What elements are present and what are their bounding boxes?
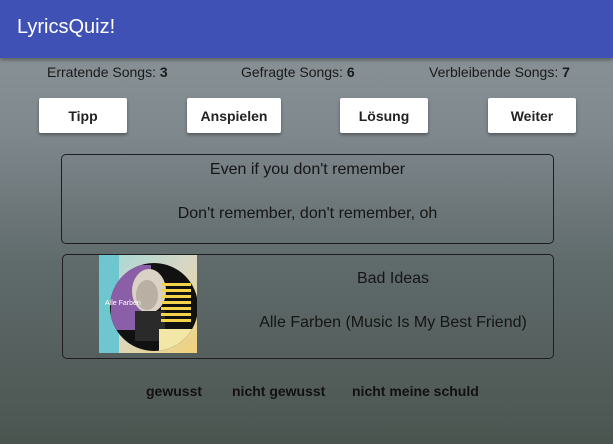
lyric-line-2: Don't remember, don't remember, oh bbox=[177, 205, 438, 222]
stat-asked-label: Gefragte Songs: bbox=[241, 64, 343, 80]
album-cover-art: Alle Farben bbox=[99, 255, 197, 353]
album-cover-text: Alle Farben bbox=[105, 300, 141, 307]
stat-guessed-label: Erratende Songs: bbox=[47, 64, 156, 80]
stat-asked-value: 6 bbox=[346, 64, 355, 80]
solution-button[interactable]: Lösung bbox=[340, 98, 428, 133]
rate-known-button[interactable]: gewusst bbox=[146, 383, 202, 399]
rate-not-my-fault-button[interactable]: nicht meine schuld bbox=[352, 383, 479, 399]
stat-guessed-songs: Erratende Songs: 3 bbox=[47, 64, 168, 80]
app-bar: LyricsQuiz! bbox=[0, 0, 613, 58]
album-cover: Alle Farben bbox=[99, 255, 197, 353]
stat-remaining-label: Verbleibende Songs: bbox=[429, 64, 559, 80]
stat-guessed-value: 3 bbox=[159, 64, 168, 80]
next-button[interactable]: Weiter bbox=[488, 98, 576, 133]
lyrics-card: Even if you don't remember Don't remembe… bbox=[61, 154, 554, 244]
song-title: Bad Ideas bbox=[356, 270, 430, 287]
stat-asked-songs: Gefragte Songs: 6 bbox=[241, 64, 355, 80]
hint-button[interactable]: Tipp bbox=[39, 98, 127, 133]
app-title: LyricsQuiz! bbox=[17, 16, 116, 38]
stat-remaining-value: 7 bbox=[562, 64, 570, 80]
lyric-line-1: Even if you don't remember bbox=[209, 161, 406, 178]
rate-unknown-button[interactable]: nicht gewusst bbox=[232, 383, 325, 399]
play-button[interactable]: Anspielen bbox=[187, 98, 281, 133]
song-artist: Alle Farben (Music Is My Best Friend) bbox=[259, 314, 527, 331]
stat-remaining-songs: Verbleibende Songs: 7 bbox=[429, 64, 570, 80]
song-card: Alle Farben Bad Ideas Alle Farben (Music… bbox=[62, 254, 554, 359]
